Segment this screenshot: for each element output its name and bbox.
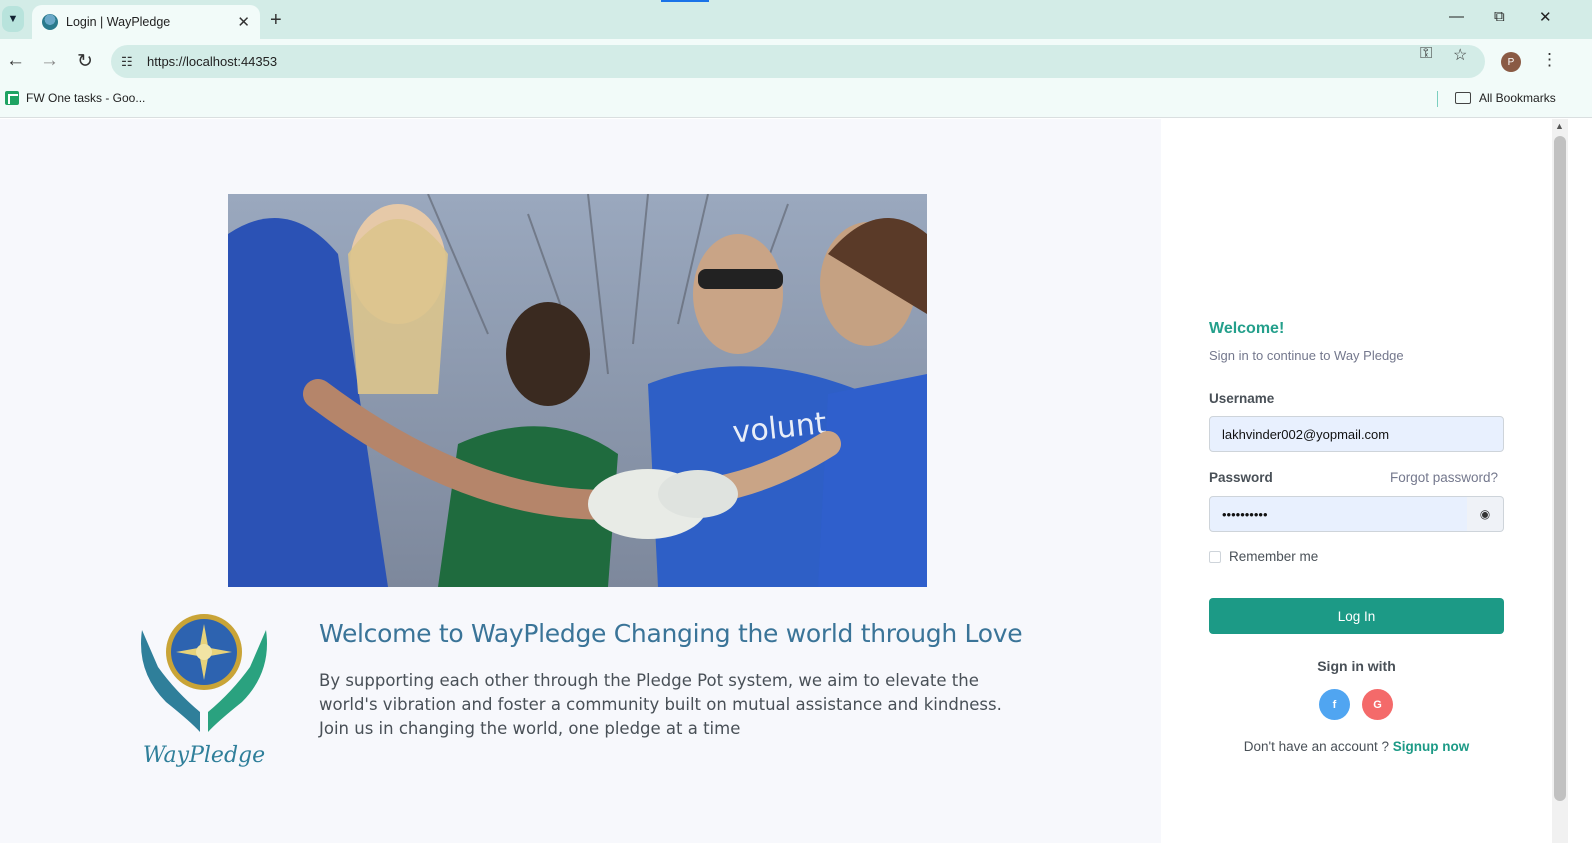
login-welcome: Welcome! [1209, 320, 1285, 337]
profile-avatar[interactable]: P [1501, 52, 1521, 72]
browser-tab-bar: ▼ Login | WayPledge ✕ + — ⧉ ✕ [0, 0, 1592, 39]
login-subtitle: Sign in to continue to Way Pledge [1209, 348, 1404, 363]
facebook-login-icon[interactable]: f [1319, 689, 1350, 720]
scroll-up-icon[interactable]: ▲ [1555, 121, 1564, 131]
bookmarks-divider [1437, 91, 1438, 107]
bookmarks-bar: FW One tasks - Goo... All Bookmarks [0, 85, 1592, 118]
login-panel: Welcome! Sign in to continue to Way Pled… [1161, 119, 1552, 843]
tab-search-button[interactable]: ▼ [2, 6, 24, 32]
bookmark-fw-one-tasks[interactable]: FW One tasks - Goo... [5, 91, 145, 105]
all-bookmarks-button[interactable]: All Bookmarks [1455, 91, 1556, 105]
login-button[interactable]: Log In [1209, 598, 1504, 634]
new-tab-icon[interactable]: + [270, 9, 282, 32]
bookmark-star-icon[interactable]: ☆ [1453, 45, 1467, 65]
site-info-icon[interactable]: ☷ [121, 54, 145, 70]
back-icon[interactable]: ← [6, 50, 25, 72]
waypledge-favicon-icon [42, 14, 58, 30]
tab-title: Login | WayPledge [66, 15, 171, 29]
reload-icon[interactable]: ↻ [77, 50, 93, 73]
loading-strip [661, 0, 709, 2]
no-account-text: Don't have an account ? [1243, 739, 1393, 754]
remember-me-checkbox[interactable]: Remember me [1209, 549, 1318, 564]
password-input[interactable] [1209, 496, 1468, 532]
hero-section: voluntee WayPledge Welcome to WayPledge … [0, 119, 1161, 843]
active-tab[interactable]: Login | WayPledge ✕ [32, 5, 260, 39]
address-bar[interactable]: ☷ https://localhost:44353 [111, 45, 1485, 78]
close-window-icon[interactable]: ✕ [1539, 8, 1552, 26]
url-text[interactable]: https://localhost:44353 [147, 54, 277, 69]
google-login-icon[interactable]: G [1362, 689, 1393, 720]
username-input[interactable] [1209, 416, 1504, 452]
page-scrollbar[interactable]: ▲ [1552, 119, 1568, 843]
volunteers-hero-image: voluntee [228, 194, 927, 587]
all-bookmarks-label: All Bookmarks [1479, 91, 1556, 105]
browser-menu-icon[interactable]: ⋮ [1541, 50, 1558, 70]
minimize-icon[interactable]: — [1449, 8, 1464, 25]
password-label: Password [1209, 470, 1273, 485]
browser-toolbar: ← → ↻ ☷ https://localhost:44353 ⚿ ☆ [0, 39, 1592, 85]
show-password-eye-icon[interactable]: ◉ [1467, 496, 1504, 532]
sheets-icon [5, 91, 19, 105]
sign-in-with-heading: Sign in with [1317, 658, 1396, 674]
window-edge [1568, 119, 1592, 843]
forgot-password-link[interactable]: Forgot password? [1390, 470, 1498, 485]
folder-icon [1455, 92, 1471, 104]
signup-link[interactable]: Signup now [1393, 739, 1470, 754]
restore-icon[interactable]: ⧉ [1494, 8, 1505, 25]
bookmark-label: FW One tasks - Goo... [26, 91, 146, 105]
checkbox-box[interactable] [1209, 550, 1221, 563]
username-label: Username [1209, 391, 1275, 406]
signup-prompt: Don't have an account ? Signup now [1209, 739, 1504, 754]
waypledge-logo: WayPledge [136, 612, 272, 772]
scrollbar-thumb[interactable] [1554, 136, 1566, 801]
logo-text: WayPledge [143, 743, 265, 768]
welcome-headline: Welcome to WayPledge Changing the world … [319, 619, 1023, 648]
password-key-icon[interactable]: ⚿ [1420, 45, 1432, 63]
page-content: voluntee WayPledge Welcome to WayPledge … [0, 119, 1592, 843]
welcome-description: By supporting each other through the Ple… [319, 671, 1002, 738]
tab-close-icon[interactable]: ✕ [237, 13, 250, 31]
remember-me-label: Remember me [1229, 549, 1319, 564]
forward-icon[interactable]: → [40, 50, 59, 72]
